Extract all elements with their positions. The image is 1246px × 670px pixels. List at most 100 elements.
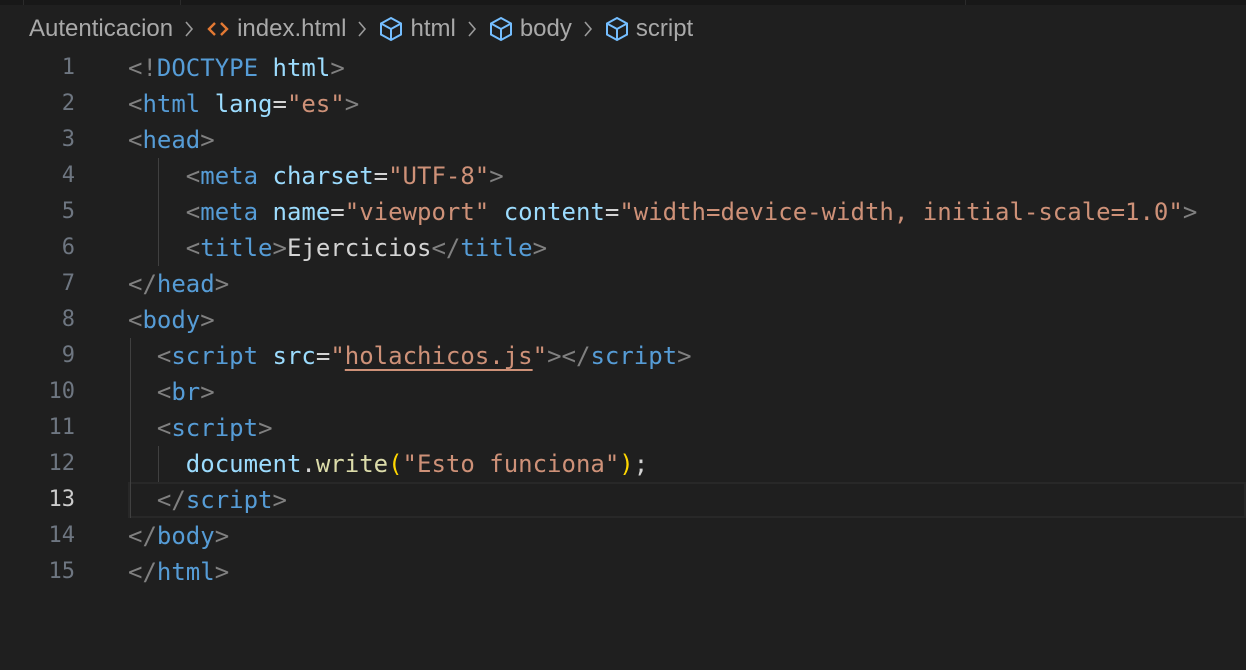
code-token: <	[185, 234, 201, 262]
breadcrumb-body[interactable]: body	[520, 15, 572, 43]
code-token: content	[503, 198, 605, 226]
code-editor[interactable]: 1 <!DOCTYPE html> 2 <html lang="es"> 3 <head>…	[0, 50, 1246, 590]
cube-icon	[378, 16, 404, 42]
line-number: 12	[48, 451, 76, 476]
code-line[interactable]: 6 <title>Ejercicios</title>	[0, 230, 1246, 266]
code-token: >	[677, 342, 692, 370]
line-code: </script>	[128, 482, 287, 518]
code-line[interactable]: 14 </body>	[0, 518, 1246, 554]
current-line-highlight	[128, 482, 1246, 518]
line-code: </html>	[128, 554, 229, 590]
line-number: 9	[61, 343, 75, 368]
code-token: holachicos.js	[344, 342, 533, 370]
code-token: )	[619, 450, 634, 478]
code-token: >	[214, 270, 230, 298]
chevron-right-icon	[183, 19, 195, 39]
code-token: >	[330, 54, 345, 82]
line-number: 11	[48, 415, 76, 440]
code-token: =	[373, 162, 389, 190]
code-token: ></	[547, 342, 591, 370]
code-line[interactable]: 1 <!DOCTYPE html>	[0, 50, 1246, 86]
line-code: <title>Ejercicios</title>	[128, 230, 547, 266]
code-token: >	[214, 558, 230, 586]
code-token: <	[156, 414, 172, 442]
code-token: ;	[633, 450, 649, 478]
code-token: script	[590, 342, 678, 370]
code-token: meta	[200, 162, 259, 190]
code-token: =	[604, 198, 620, 226]
code-token: html	[156, 558, 215, 586]
code-token: body	[142, 306, 201, 334]
code-line[interactable]: 13 </script>	[0, 482, 1246, 518]
code-token: =	[315, 342, 331, 370]
code-token: >	[272, 234, 287, 262]
code-token: </	[128, 270, 157, 298]
code-line[interactable]: 10 <br>	[0, 374, 1246, 410]
code-token: >	[200, 306, 215, 334]
code-line[interactable]: 7 </head>	[0, 266, 1246, 302]
code-token: <	[128, 90, 143, 118]
code-token: <	[185, 198, 201, 226]
line-number: 3	[61, 127, 75, 152]
line-code: <br>	[128, 374, 215, 410]
code-line[interactable]: 15 </html>	[0, 554, 1246, 590]
code-token: script	[171, 414, 259, 442]
code-token: <	[156, 378, 172, 406]
code-line[interactable]: 8 <body>	[0, 302, 1246, 338]
line-code: <head>	[128, 122, 215, 158]
code-token: </	[431, 234, 461, 262]
code-token: charset	[272, 162, 374, 190]
code-line[interactable]: 11 <script>	[0, 410, 1246, 446]
code-token: <	[128, 306, 143, 334]
line-number: 7	[61, 271, 75, 296]
code-token: <!	[128, 54, 157, 82]
code-token: Ejercicios	[286, 234, 432, 262]
breadcrumb-script[interactable]: script	[636, 15, 693, 43]
breadcrumb-file[interactable]: index.html	[237, 15, 346, 43]
breadcrumb-folder[interactable]: Autenticacion	[29, 15, 173, 43]
code-line[interactable]: 3 <head>	[0, 122, 1246, 158]
line-code: <meta name="viewport" content="width=dev…	[128, 194, 1198, 230]
chevron-right-icon	[466, 19, 478, 39]
line-code: <body>	[128, 302, 215, 338]
code-line[interactable]: 5 <meta name="viewport" content="width=d…	[0, 194, 1246, 230]
code-line[interactable]: 2 <html lang="es">	[0, 86, 1246, 122]
code-token: "viewport"	[344, 198, 490, 226]
code-line[interactable]: 4 <meta charset="UTF-8">	[0, 158, 1246, 194]
code-token: name	[272, 198, 331, 226]
code-token: head	[142, 126, 201, 154]
code-token: lang	[214, 90, 273, 118]
code-token: DOCTYPE	[156, 54, 259, 82]
code-token: script	[171, 342, 259, 370]
line-number: 15	[48, 559, 76, 584]
line-code: <script>	[128, 410, 273, 446]
code-token: document	[185, 450, 302, 478]
chevron-right-icon	[582, 19, 594, 39]
line-number: 1	[61, 55, 75, 80]
code-line[interactable]: 9 <script src="holachicos.js"></script>	[0, 338, 1246, 374]
code-token: (	[388, 450, 403, 478]
line-code: document.write("Esto funciona");	[128, 446, 648, 482]
code-token: head	[156, 270, 215, 298]
line-number: 2	[61, 91, 75, 116]
cube-icon	[488, 16, 514, 42]
code-line[interactable]: 12 document.write("Esto funciona");	[0, 446, 1246, 482]
line-code: <!DOCTYPE html>	[128, 50, 345, 86]
breadcrumb-html[interactable]: html	[410, 15, 455, 43]
code-token: >	[532, 234, 548, 262]
code-token: </	[156, 486, 186, 514]
code-token: >	[272, 486, 287, 514]
code-token: "width=device-width, initial-scale=1.0"	[619, 198, 1183, 226]
line-code: <html lang="es">	[128, 86, 359, 122]
cube-icon	[604, 16, 630, 42]
code-token: title	[460, 234, 533, 262]
code-token: body	[156, 522, 215, 550]
code-token: </	[128, 522, 157, 550]
